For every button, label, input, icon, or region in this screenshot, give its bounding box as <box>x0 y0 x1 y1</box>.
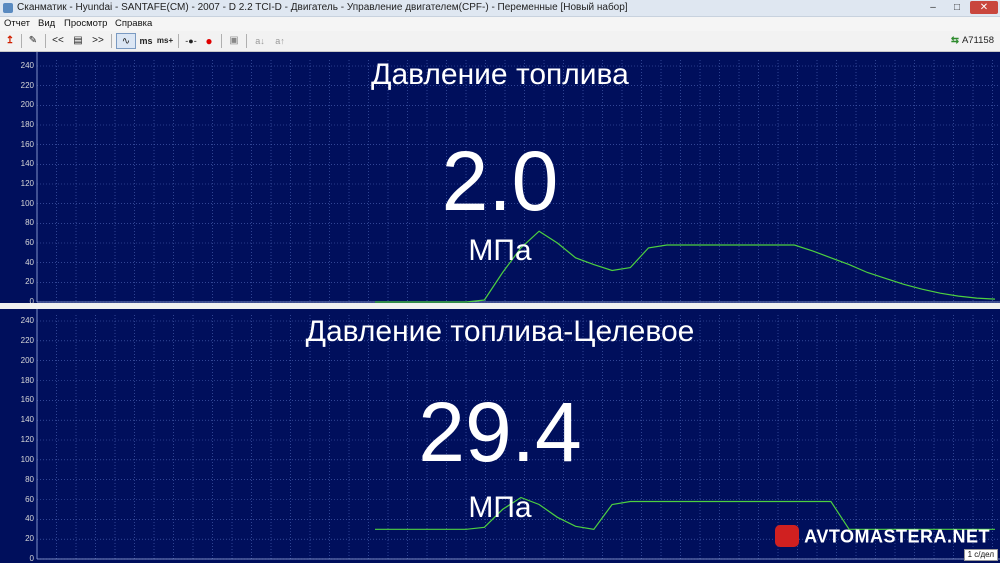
plot-value: 29.4 <box>418 385 582 479</box>
edit-icon[interactable]: ✎ <box>25 33 41 49</box>
fast-forward-icon[interactable]: >> <box>89 33 107 49</box>
toolbar-separator <box>178 34 179 48</box>
time-scale-label: 1 с/дел <box>963 549 998 561</box>
list-icon[interactable]: ▤ <box>70 33 86 49</box>
device-id: A71158 <box>961 35 994 46</box>
save-icon[interactable]: ▣ <box>226 33 242 49</box>
y-tick-label: 160 <box>20 395 34 405</box>
y-tick-label: 200 <box>20 100 34 110</box>
record-icon[interactable]: ● <box>202 33 216 49</box>
watermark: AVTOMASTERA.NET <box>775 520 990 550</box>
y-tick-label: 180 <box>20 120 34 129</box>
y-tick-label: 140 <box>20 159 34 169</box>
a-up-icon[interactable]: a↑ <box>272 33 288 49</box>
device-status: ⇆ A71158 <box>951 33 994 49</box>
toolbar-separator <box>45 34 46 48</box>
toolbar-separator <box>111 34 112 48</box>
menu-browse[interactable]: Просмотр <box>64 17 107 31</box>
y-tick-label: 80 <box>25 474 34 484</box>
ms-plus-icon[interactable]: ms+ <box>156 33 174 49</box>
app-icon <box>3 3 13 13</box>
y-tick-label: 0 <box>29 554 34 563</box>
fuel-pressure-plot: Давление топлива 2.0 МПа 240 220 200 180 160… <box>0 52 1000 306</box>
graph-mode-icon[interactable]: ∿ <box>116 33 136 49</box>
toolbar-separator <box>21 34 22 48</box>
y-tick-label: 60 <box>25 238 34 247</box>
y-tick-label: 240 <box>20 61 34 70</box>
y-tick-label: 160 <box>20 139 34 149</box>
y-tick-label: 60 <box>25 494 34 504</box>
y-tick-label: 220 <box>20 335 34 345</box>
toolbar: ↥ ✎ << ▤ >> ∿ ms ms+ -●- ● ▣ a↓ a↑ ⇆ A711… <box>0 31 1000 52</box>
y-tick-label: 120 <box>20 179 34 188</box>
close-button[interactable]: ✕ <box>970 1 998 14</box>
watermark-text: AVTOMASTERA.NET <box>804 526 990 547</box>
usb-connection-icon: ⇆ <box>950 35 959 46</box>
toolbar-separator <box>246 34 247 48</box>
plot-value: 2.0 <box>441 134 559 228</box>
y-tick-label: 120 <box>20 435 34 444</box>
title-bar: Сканматик - Hyundai - SANTAFE(CM) - 2007… <box>0 0 1000 17</box>
y-tick-label: 240 <box>20 316 34 325</box>
y-tick-label: 20 <box>25 277 34 287</box>
plot-unit: МПа <box>468 234 532 267</box>
marker-icon[interactable]: -●- <box>182 33 200 49</box>
a-down-icon[interactable]: a↓ <box>252 33 268 49</box>
minimize-button[interactable]: – <box>922 1 944 14</box>
menu-report[interactable]: Отчет <box>4 17 30 31</box>
maximize-button[interactable]: □ <box>946 1 968 14</box>
plot-title: Давление топлива-Целевое <box>305 315 695 348</box>
y-tick-label: 180 <box>20 375 34 385</box>
red-arrow-icon[interactable]: ↥ <box>2 33 18 49</box>
y-tick-label: 100 <box>20 198 34 208</box>
y-tick-label: 200 <box>20 355 34 365</box>
window-title: Сканматик - Hyundai - SANTAFE(CM) - 2007… <box>17 2 628 13</box>
y-tick-label: 220 <box>20 80 34 90</box>
watermark-logo-icon <box>775 525 800 548</box>
plot-title: Давление топлива <box>371 58 629 91</box>
rewind-icon[interactable]: << <box>49 33 67 49</box>
menu-view[interactable]: Вид <box>38 17 55 31</box>
y-tick-label: 140 <box>20 415 34 425</box>
ms-icon[interactable]: ms <box>138 33 154 49</box>
y-tick-label: 80 <box>25 218 34 228</box>
y-tick-label: 40 <box>25 257 34 267</box>
toolbar-separator <box>221 34 222 48</box>
menu-help[interactable]: Справка <box>115 17 152 31</box>
y-tick-label: 40 <box>25 514 34 524</box>
y-tick-label: 100 <box>20 454 34 464</box>
y-tick-label: 20 <box>25 534 34 544</box>
menu-bar: Отчет Вид Просмотр Справка <box>0 17 1000 31</box>
